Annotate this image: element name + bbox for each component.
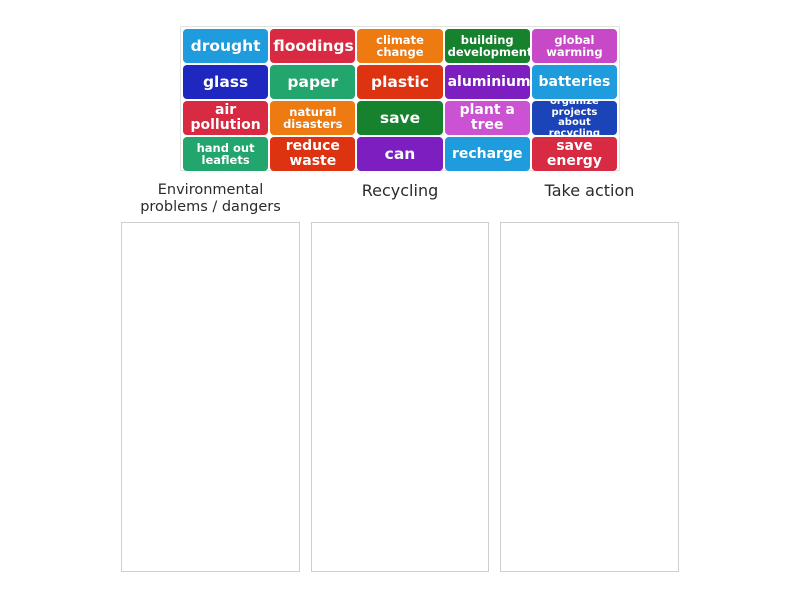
word-tile[interactable]: can bbox=[357, 137, 443, 171]
word-tile[interactable]: natural disasters bbox=[270, 101, 356, 135]
tile-row: glass paper plastic aluminium batteries bbox=[183, 65, 618, 99]
word-tile-label: plant a tree bbox=[459, 102, 515, 133]
dropzone-environmental-problems[interactable] bbox=[121, 222, 300, 572]
word-tile-label: aluminium bbox=[447, 73, 530, 90]
word-tile-label: plastic bbox=[371, 72, 430, 91]
word-tile[interactable]: drought bbox=[183, 29, 269, 63]
word-tile-label: air pollution bbox=[190, 102, 261, 133]
word-tile-label: reduce waste bbox=[285, 138, 340, 169]
word-tile-label: climate change bbox=[376, 32, 424, 59]
column-recycling: Recycling bbox=[311, 181, 489, 572]
word-tile[interactable]: save energy bbox=[531, 137, 618, 171]
word-tile[interactable]: paper bbox=[270, 65, 356, 99]
word-tile-label: organize projects about recycling bbox=[548, 101, 601, 135]
tile-row: air pollution natural disasters save plant a… bbox=[183, 101, 618, 135]
column-header-3: Take action bbox=[500, 181, 679, 222]
tile-row: drought floodings climate change building dev… bbox=[183, 29, 618, 63]
dropzone-recycling[interactable] bbox=[311, 222, 489, 572]
word-tile[interactable]: climate change bbox=[357, 29, 443, 63]
sorting-columns: Environmental problems / dangers Recyclin… bbox=[121, 181, 679, 572]
dropzone-take-action[interactable] bbox=[500, 222, 679, 572]
word-tile[interactable]: batteries bbox=[531, 65, 618, 99]
column-environmental-problems: Environmental problems / dangers bbox=[121, 182, 300, 572]
word-tile-label: glass bbox=[202, 72, 249, 91]
column-title-1: Environmental problems / dangers bbox=[140, 182, 281, 215]
word-tile[interactable]: glass bbox=[183, 65, 269, 99]
word-tile[interactable]: organize projects about recycling bbox=[531, 101, 618, 135]
column-header-2: Recycling bbox=[311, 181, 489, 222]
word-tile-label: save bbox=[379, 108, 421, 127]
word-tile-label: can bbox=[384, 144, 416, 163]
tile-row: hand out leaflets reduce waste can recharge s… bbox=[183, 137, 618, 171]
word-tile-label: global warming bbox=[546, 32, 603, 59]
word-tile-label: recharge bbox=[451, 145, 523, 162]
word-tile[interactable]: aluminium bbox=[444, 65, 530, 99]
word-tile[interactable]: reduce waste bbox=[270, 137, 356, 171]
word-tile[interactable]: building development bbox=[444, 29, 530, 63]
column-header-1: Environmental problems / dangers bbox=[121, 182, 300, 222]
word-tile-bank: drought floodings climate change building dev… bbox=[180, 26, 620, 171]
word-tile-label: drought bbox=[190, 36, 261, 55]
word-tile-label: batteries bbox=[538, 73, 611, 90]
word-tile-label: save energy bbox=[546, 138, 602, 169]
word-tile[interactable]: floodings bbox=[270, 29, 356, 63]
word-tile-label: hand out leaflets bbox=[196, 140, 255, 167]
column-title-2: Recycling bbox=[361, 181, 439, 200]
word-tile[interactable]: air pollution bbox=[183, 101, 269, 135]
word-tile[interactable]: save bbox=[357, 101, 443, 135]
word-tile[interactable]: recharge bbox=[444, 137, 530, 171]
word-tile-label: building development bbox=[447, 32, 530, 59]
word-tile-label: floodings bbox=[273, 36, 354, 55]
word-tile-label: natural disasters bbox=[283, 104, 343, 131]
column-title-3: Take action bbox=[544, 181, 635, 200]
word-tile[interactable]: plant a tree bbox=[444, 101, 530, 135]
word-tile[interactable]: global warming bbox=[531, 29, 618, 63]
word-tile[interactable]: hand out leaflets bbox=[183, 137, 269, 171]
word-tile[interactable]: plastic bbox=[357, 65, 443, 99]
word-tile-label: paper bbox=[287, 72, 339, 91]
column-take-action: Take action bbox=[500, 181, 679, 572]
